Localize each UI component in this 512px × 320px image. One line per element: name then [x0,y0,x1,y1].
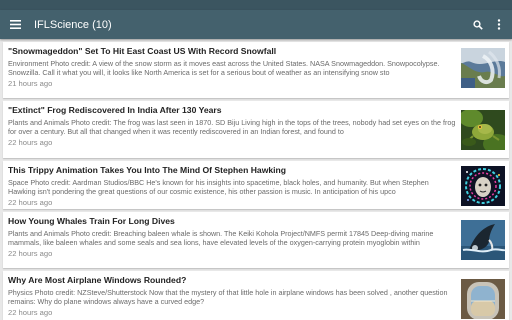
frog-image[interactable] [461,110,505,150]
article-card[interactable]: "Snowmageddon" Set To Hit East Coast US … [3,42,509,98]
satellite-storm-image[interactable] [461,48,505,88]
article-snippet: Plants and Animals Photo credit: The fro… [8,118,456,136]
status-bar [0,0,512,10]
article-snippet: Environment Photo credit: A view of the … [8,59,440,77]
article-time: 22 hours ago [8,308,53,317]
article-card[interactable]: "Extinct" Frog Rediscovered In India Aft… [3,101,509,158]
article-title[interactable]: This Trippy Animation Takes You Into The… [8,165,456,176]
airplane-window-image[interactable] [461,279,505,319]
more-vert-icon[interactable] [490,16,508,34]
article-feed[interactable]: "Snowmageddon" Set To Hit East Coast US … [0,39,512,320]
article-time: 22 hours ago [8,138,53,147]
app-title: IFLScience (10) [34,18,112,31]
article-title[interactable]: Why Are Most Airplane Windows Rounded? [8,275,456,286]
article-time: 21 hours ago [8,79,53,88]
article-card[interactable]: How Young Whales Train For Long Dives Pl… [3,212,509,268]
whale-image[interactable] [461,220,505,260]
menu-icon[interactable] [8,18,22,32]
search-icon[interactable] [469,16,487,34]
article-card[interactable]: Why Are Most Airplane Windows Rounded? P… [3,271,509,320]
app-bar: IFLScience (10) [0,10,512,39]
article-snippet: Space Photo credit: Aardman Studios/BBC … [8,178,429,196]
hawking-animation-image[interactable] [461,166,505,206]
article-time: 22 hours ago [8,249,53,258]
article-title[interactable]: "Snowmageddon" Set To Hit East Coast US … [8,46,456,57]
article-snippet: Plants and Animals Photo credit: Breachi… [8,229,434,247]
article-snippet: Physics Photo credit: NZSteve/Shuttersto… [8,288,448,306]
article-card[interactable]: This Trippy Animation Takes You Into The… [3,161,509,209]
article-title[interactable]: How Young Whales Train For Long Dives [8,216,456,227]
article-title[interactable]: "Extinct" Frog Rediscovered In India Aft… [8,105,456,116]
article-time: 22 hours ago [8,198,53,207]
